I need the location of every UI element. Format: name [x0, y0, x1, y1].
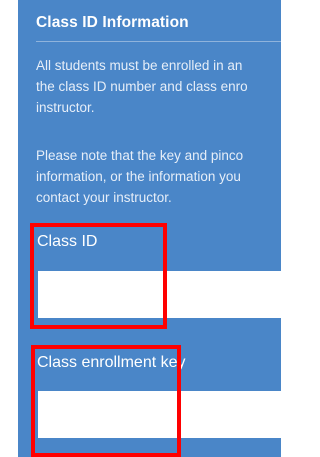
- paragraph-line: instructor.: [36, 100, 95, 115]
- enrollment-info-paragraph: All students must be enrolled in an the …: [36, 55, 281, 118]
- paragraph-line: information, or the information you: [36, 169, 241, 184]
- section-title: Class ID Information: [36, 14, 189, 31]
- page: Class ID Information All students must b…: [0, 0, 281, 457]
- class-id-label: Class ID: [37, 233, 98, 250]
- paragraph-line: Please note that the key and pinco: [36, 148, 244, 163]
- enrollment-key-input[interactable]: [38, 391, 281, 438]
- key-note-paragraph: Please note that the key and pinco infor…: [36, 145, 281, 208]
- enrollment-key-label: Class enrollment key: [37, 354, 186, 371]
- section-divider: [36, 41, 281, 42]
- class-id-information-panel: Class ID Information All students must b…: [18, 0, 281, 457]
- paragraph-line: All students must be enrolled in an: [36, 58, 243, 73]
- paragraph-line: contact your instructor.: [36, 190, 172, 205]
- class-id-input[interactable]: [38, 271, 281, 318]
- paragraph-line: the class ID number and class enro: [36, 79, 248, 94]
